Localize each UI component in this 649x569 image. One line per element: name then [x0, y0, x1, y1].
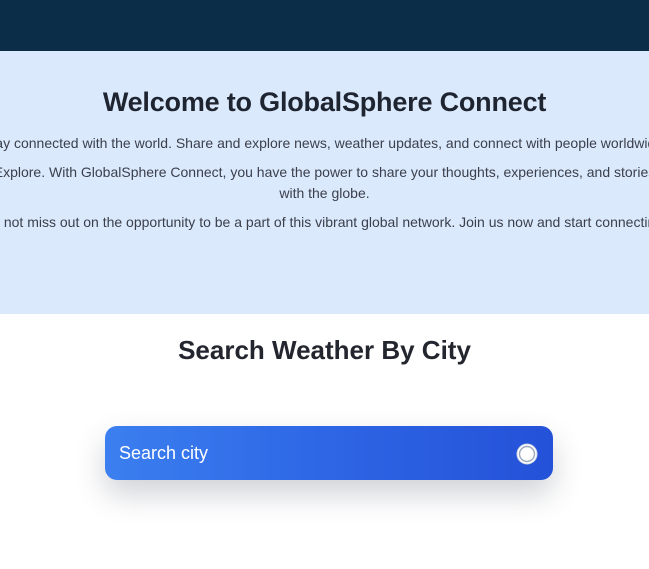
hero-paragraph-1: Stay connected with the world. Share and… — [0, 135, 649, 151]
hero-paragraph-2: Explore. With GlobalSphere Connect, you … — [0, 164, 649, 201]
search-icon[interactable] — [515, 442, 539, 466]
hero-paragraph-3: Do not miss out on the opportunity to be… — [0, 214, 649, 230]
welcome-hero: Welcome to GlobalSphere Connect Stay con… — [0, 51, 649, 314]
top-navbar — [0, 0, 649, 51]
city-search-bar — [105, 426, 553, 480]
search-weather-title: Search Weather By City — [178, 335, 471, 365]
city-search-input[interactable] — [119, 426, 499, 480]
hero-title: Welcome to GlobalSphere Connect — [102, 87, 547, 117]
